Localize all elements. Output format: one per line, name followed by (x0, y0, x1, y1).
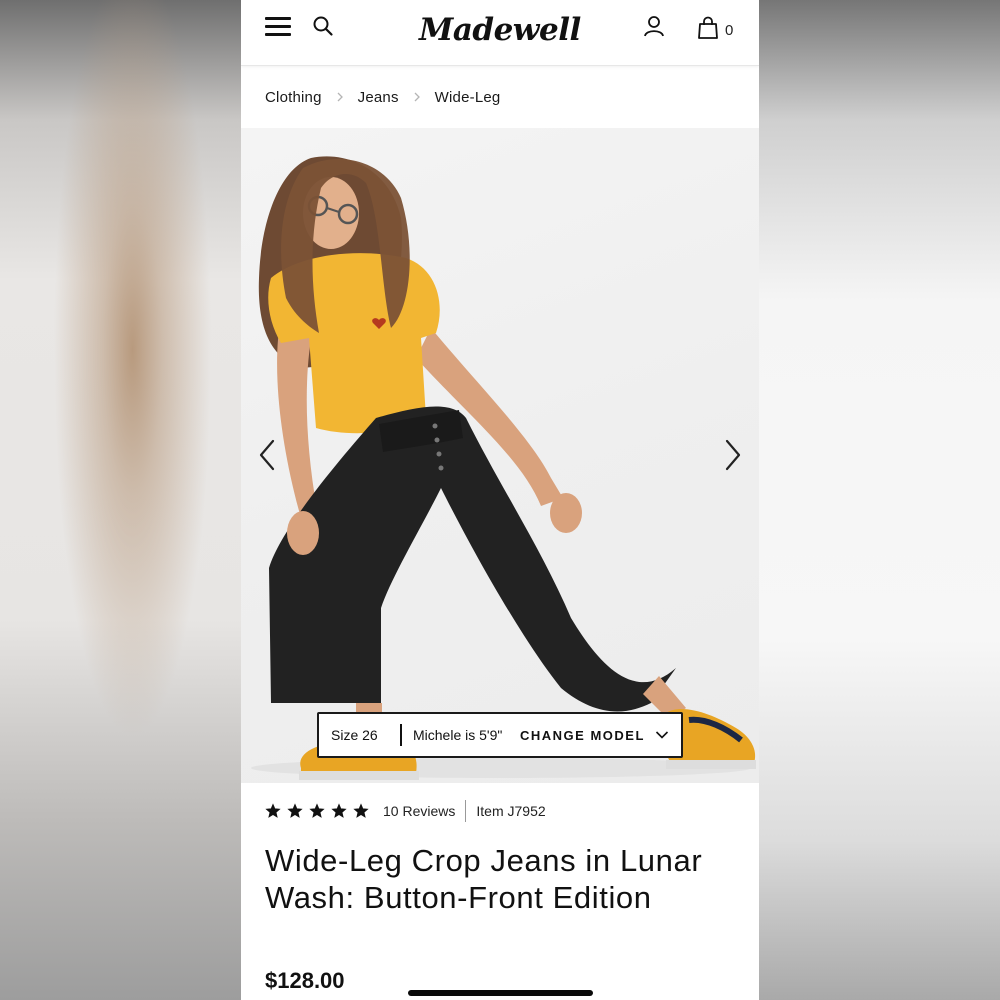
product-photo (251, 156, 756, 780)
breadcrumb-jeans[interactable]: Jeans (358, 89, 399, 106)
chevron-left-icon[interactable] (256, 438, 278, 472)
rating-row: 10 Reviews Item J7952 (265, 800, 546, 822)
model-size: Size 26 (331, 727, 378, 743)
product-image-gallery[interactable]: Size 26 Michele is 5'9" CHANGE MODEL (241, 128, 759, 783)
blurred-background-right (759, 0, 1000, 1000)
divider (465, 800, 467, 822)
home-indicator[interactable] (408, 990, 593, 996)
chevron-right-icon (414, 92, 420, 102)
item-number: Item J7952 (476, 803, 546, 819)
star-icon (309, 803, 325, 818)
star-rating[interactable] (265, 803, 369, 819)
star-icon (331, 803, 347, 818)
chevron-down-icon[interactable] (655, 730, 669, 740)
product-title: Wide-Leg Crop Jeans in Lunar Wash: Butto… (265, 843, 703, 915)
account-icon[interactable] (642, 14, 666, 38)
breadcrumb-clothing[interactable]: Clothing (265, 89, 322, 106)
chevron-right-icon[interactable] (722, 438, 744, 472)
reviews-link[interactable]: 10 Reviews (383, 803, 455, 819)
brand-logo[interactable]: Madewell (419, 8, 581, 52)
star-icon (287, 803, 303, 818)
model-height: Michele is 5'9" (413, 727, 503, 743)
site-header: Madewell 0 (241, 0, 759, 66)
menu-icon[interactable] (265, 16, 291, 38)
change-model-button[interactable]: CHANGE MODEL (520, 728, 645, 743)
breadcrumb: Clothing Jeans Wide-Leg (265, 86, 500, 108)
star-icon (353, 803, 369, 818)
phone-screen: Madewell 0 Clothing Jeans Wide-Leg Size … (241, 0, 759, 1000)
model-info-bar: Size 26 Michele is 5'9" CHANGE MODEL (317, 712, 683, 758)
blurred-background-left (0, 0, 241, 1000)
shopping-bag-icon[interactable] (697, 16, 719, 40)
cart-count: 0 (725, 22, 734, 39)
product-price: $128.00 (265, 968, 345, 993)
search-icon[interactable] (312, 15, 334, 37)
chevron-right-icon (337, 92, 343, 102)
breadcrumb-wide-leg[interactable]: Wide-Leg (435, 89, 501, 106)
star-icon (265, 803, 281, 818)
